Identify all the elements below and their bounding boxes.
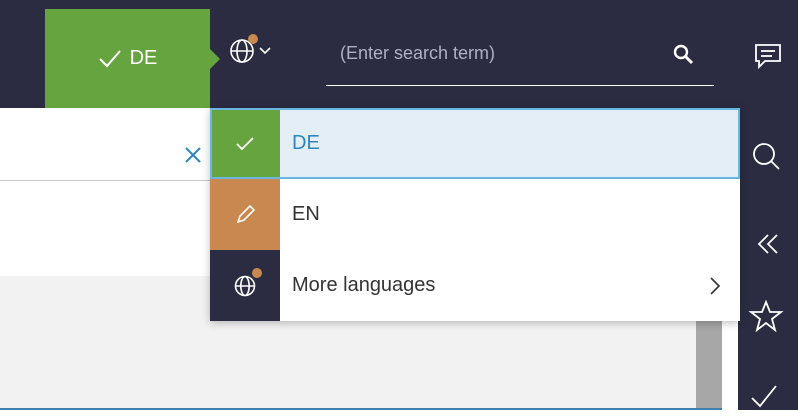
check-icon <box>98 49 121 67</box>
double-chevron-left-icon[interactable] <box>748 226 784 262</box>
pencil-icon <box>210 179 280 250</box>
language-option-label: EN <box>292 203 320 225</box>
globe-icon <box>210 250 280 321</box>
chat-icon[interactable] <box>753 42 783 70</box>
search-input[interactable] <box>326 36 700 70</box>
check-icon <box>210 108 280 179</box>
language-option-label: More languages <box>292 274 436 296</box>
language-option-label: DE <box>292 132 320 154</box>
notification-dot <box>248 34 258 44</box>
search-icon[interactable] <box>748 138 784 174</box>
star-icon[interactable] <box>748 298 784 334</box>
language-menu-toggle[interactable] <box>228 34 276 68</box>
field-row <box>0 108 210 181</box>
check-icon[interactable] <box>748 380 784 416</box>
pointer-arrow <box>210 49 220 69</box>
language-option-de[interactable]: DE <box>210 108 740 179</box>
search-icon[interactable] <box>672 43 696 67</box>
language-dropdown: DE EN More languages <box>210 108 740 321</box>
notification-dot <box>252 268 262 278</box>
chevron-right-icon <box>710 277 721 295</box>
right-rail <box>738 108 798 410</box>
close-icon[interactable] <box>183 145 203 165</box>
active-language-button[interactable]: DE <box>45 9 220 108</box>
search-box <box>326 28 714 86</box>
more-languages-option[interactable]: More languages <box>210 250 740 321</box>
language-option-en[interactable]: EN <box>210 179 740 250</box>
search-underline <box>326 85 714 86</box>
chevron-down-icon <box>259 47 271 55</box>
active-language-label: DE <box>129 47 158 69</box>
